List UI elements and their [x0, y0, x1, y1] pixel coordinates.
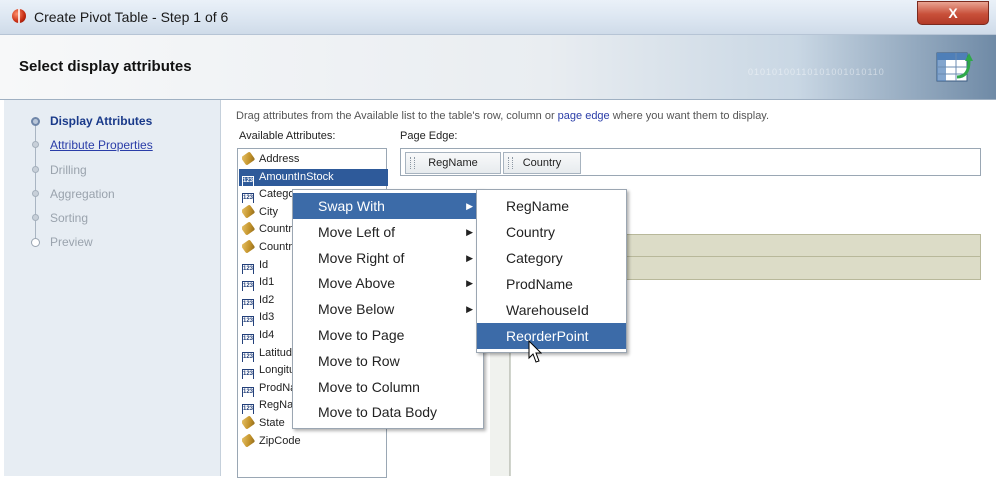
submenu-item-reorderpoint[interactable]: ReorderPoint — [477, 323, 626, 349]
attribute-label: Address — [259, 153, 300, 165]
attribute-label: Id4 — [259, 329, 275, 341]
pivot-table-icon — [936, 52, 973, 82]
attribute-label: Id2 — [259, 293, 275, 306]
menu-item-label: Swap With — [318, 198, 385, 214]
page-edge-label: Page Edge: — [400, 130, 458, 142]
step-indicator-icon — [31, 117, 40, 126]
number-icon: 123 — [242, 404, 254, 415]
menu-item-move-below[interactable]: Move Below ▶ — [293, 296, 483, 322]
menu-item-move-to-data-body[interactable]: Move to Data Body — [293, 399, 483, 425]
attribute-label: Id1 — [259, 276, 275, 289]
submenu-item-regname[interactable]: RegName — [477, 193, 626, 219]
string-icon — [242, 221, 256, 237]
submenu-arrow-icon: ▶ — [466, 278, 473, 289]
attribute-label: AmountInStock — [259, 170, 334, 183]
step-sorting: Sorting — [50, 211, 89, 225]
menu-item-label: Move Right of — [318, 249, 405, 266]
menu-item-label: Move to Column — [318, 378, 420, 395]
swap-with-submenu: RegName Country Category ProdName WarehouseI… — [476, 189, 627, 353]
step-indicator-icon — [32, 214, 39, 221]
drag-handle-icon[interactable] — [410, 157, 415, 169]
submenu-item-country[interactable]: Country — [477, 219, 626, 245]
attribute-label: Id3 — [259, 311, 275, 324]
number-icon: 123 — [242, 175, 254, 186]
page-edge-link[interactable]: page edge — [558, 110, 610, 122]
menu-item-swap-with[interactable]: Swap With ▶ — [293, 193, 483, 219]
step-attribute-properties[interactable]: Attribute Properties — [50, 138, 153, 152]
menu-item-label: Move Left of — [318, 223, 396, 240]
chip-label: RegName — [428, 157, 478, 169]
number-icon: 123 — [242, 281, 254, 292]
menu-item-label: Move to Page — [318, 327, 405, 343]
menu-item-label: Move Below — [318, 301, 395, 318]
menu-item-move-to-page[interactable]: Move to Page — [293, 322, 483, 348]
menu-item-label: Move Above — [318, 275, 396, 292]
number-icon: 123 — [242, 351, 254, 362]
menu-item-label: Move to Data Body — [318, 404, 438, 421]
menu-item-label: Move to Row — [318, 352, 400, 369]
page-edge-chip-regname[interactable]: RegName — [405, 152, 501, 174]
submenu-arrow-icon: ▶ — [466, 252, 473, 263]
attribute-label: City — [259, 205, 278, 218]
submenu-item-warehouseid[interactable]: WarehouseId — [477, 297, 626, 323]
app-icon — [12, 9, 26, 23]
context-menu: Swap With ▶ Move Left of ▶ Move Right of ▶ Mov… — [292, 189, 484, 429]
drag-handle-icon[interactable] — [508, 157, 513, 169]
submenu-arrow-icon: ▶ — [466, 304, 473, 315]
number-icon: 123 — [242, 263, 254, 274]
step-drilling: Drilling — [50, 163, 87, 177]
available-attributes-label: Available Attributes: — [239, 130, 336, 142]
string-icon — [242, 239, 256, 254]
number-icon: 123 — [242, 386, 254, 397]
chip-label: Country — [522, 157, 562, 169]
number-icon: 123 — [242, 316, 254, 327]
number-icon: 123 — [242, 334, 254, 344]
header-watermark: 01010100110101001010110 — [748, 67, 885, 77]
menu-item-move-left-of[interactable]: Move Left of ▶ — [293, 219, 483, 245]
instructions-text: Drag attributes from the Available list … — [236, 110, 769, 122]
attribute-label: Id — [259, 258, 269, 271]
mouse-cursor-icon — [528, 340, 542, 363]
instructions-text-end: where you want them to display. — [609, 110, 770, 122]
page-edge-chip-country[interactable]: Country — [503, 152, 581, 174]
string-icon — [242, 151, 256, 166]
wizard-steps-panel — [4, 100, 221, 476]
page-title: Select display attributes — [19, 58, 192, 75]
step-preview: Preview — [50, 235, 93, 249]
submenu-arrow-icon: ▶ — [466, 201, 473, 211]
instructions-text-start: Drag attributes from the Available list … — [236, 110, 558, 122]
number-icon: 123 — [242, 369, 254, 380]
step-indicator-icon — [32, 190, 39, 197]
step-display-attributes[interactable]: Display Attributes — [50, 114, 152, 128]
attribute-item[interactable]: 123 AmountInStock — [239, 168, 388, 186]
menu-item-move-above[interactable]: Move Above ▶ — [293, 270, 483, 296]
step-indicator-icon — [32, 166, 39, 173]
number-icon: 123 — [242, 298, 254, 309]
attribute-item[interactable]: Address — [242, 151, 387, 168]
column-edge-divider — [600, 256, 981, 257]
attribute-label: ZipCode — [259, 434, 301, 447]
attribute-item[interactable]: ZipCode — [242, 432, 387, 450]
string-icon — [242, 415, 256, 430]
menu-item-move-right-of[interactable]: Move Right of ▶ — [293, 245, 483, 271]
step-indicator-icon — [31, 238, 40, 247]
submenu-arrow-icon: ▶ — [466, 226, 473, 237]
step-aggregation: Aggregation — [50, 187, 115, 201]
window-title: Create Pivot Table - Step 1 of 6 — [34, 9, 229, 25]
submenu-item-prodname[interactable]: ProdName — [477, 271, 626, 297]
submenu-item-category[interactable]: Category — [477, 245, 626, 271]
column-edge-drop-area[interactable] — [600, 234, 981, 280]
close-button[interactable]: X — [917, 1, 989, 25]
attribute-label: State — [259, 417, 285, 429]
string-icon — [242, 432, 256, 448]
string-icon — [242, 204, 256, 219]
menu-item-move-to-column[interactable]: Move to Column — [293, 374, 483, 400]
number-icon: 123 — [242, 193, 254, 204]
menu-item-move-to-row[interactable]: Move to Row — [293, 348, 483, 374]
step-indicator-icon — [32, 141, 39, 148]
